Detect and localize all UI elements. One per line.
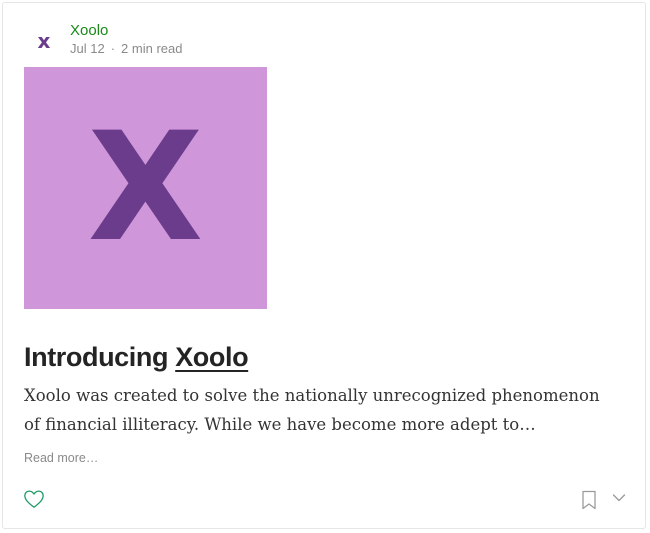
avatar[interactable]: x (26, 23, 62, 59)
chevron-down-icon[interactable] (612, 493, 626, 503)
hero-logo-letter: X (87, 101, 204, 275)
post-card: x Xoolo Jul 12 · 2 min read X Introducing … (2, 2, 646, 529)
post-meta: Jul 12 · 2 min read (70, 41, 182, 56)
post-title[interactable]: Introducing Xoolo (24, 342, 249, 373)
meta-separator: · (110, 41, 116, 56)
read-time: 2 min read (121, 41, 183, 56)
title-prefix: Introducing (24, 342, 176, 372)
post-excerpt: Xoolo was created to solve the nationall… (24, 386, 600, 434)
avatar-letter: x (37, 29, 51, 53)
read-more-link[interactable]: Read more… (24, 451, 98, 465)
hero-image[interactable]: X (24, 67, 267, 309)
title-link[interactable]: Xoolo (175, 342, 248, 372)
heart-icon[interactable] (23, 488, 45, 510)
post-date: Jul 12 (70, 41, 105, 56)
bookmark-icon[interactable] (581, 490, 597, 510)
author-link[interactable]: Xoolo (70, 22, 108, 39)
